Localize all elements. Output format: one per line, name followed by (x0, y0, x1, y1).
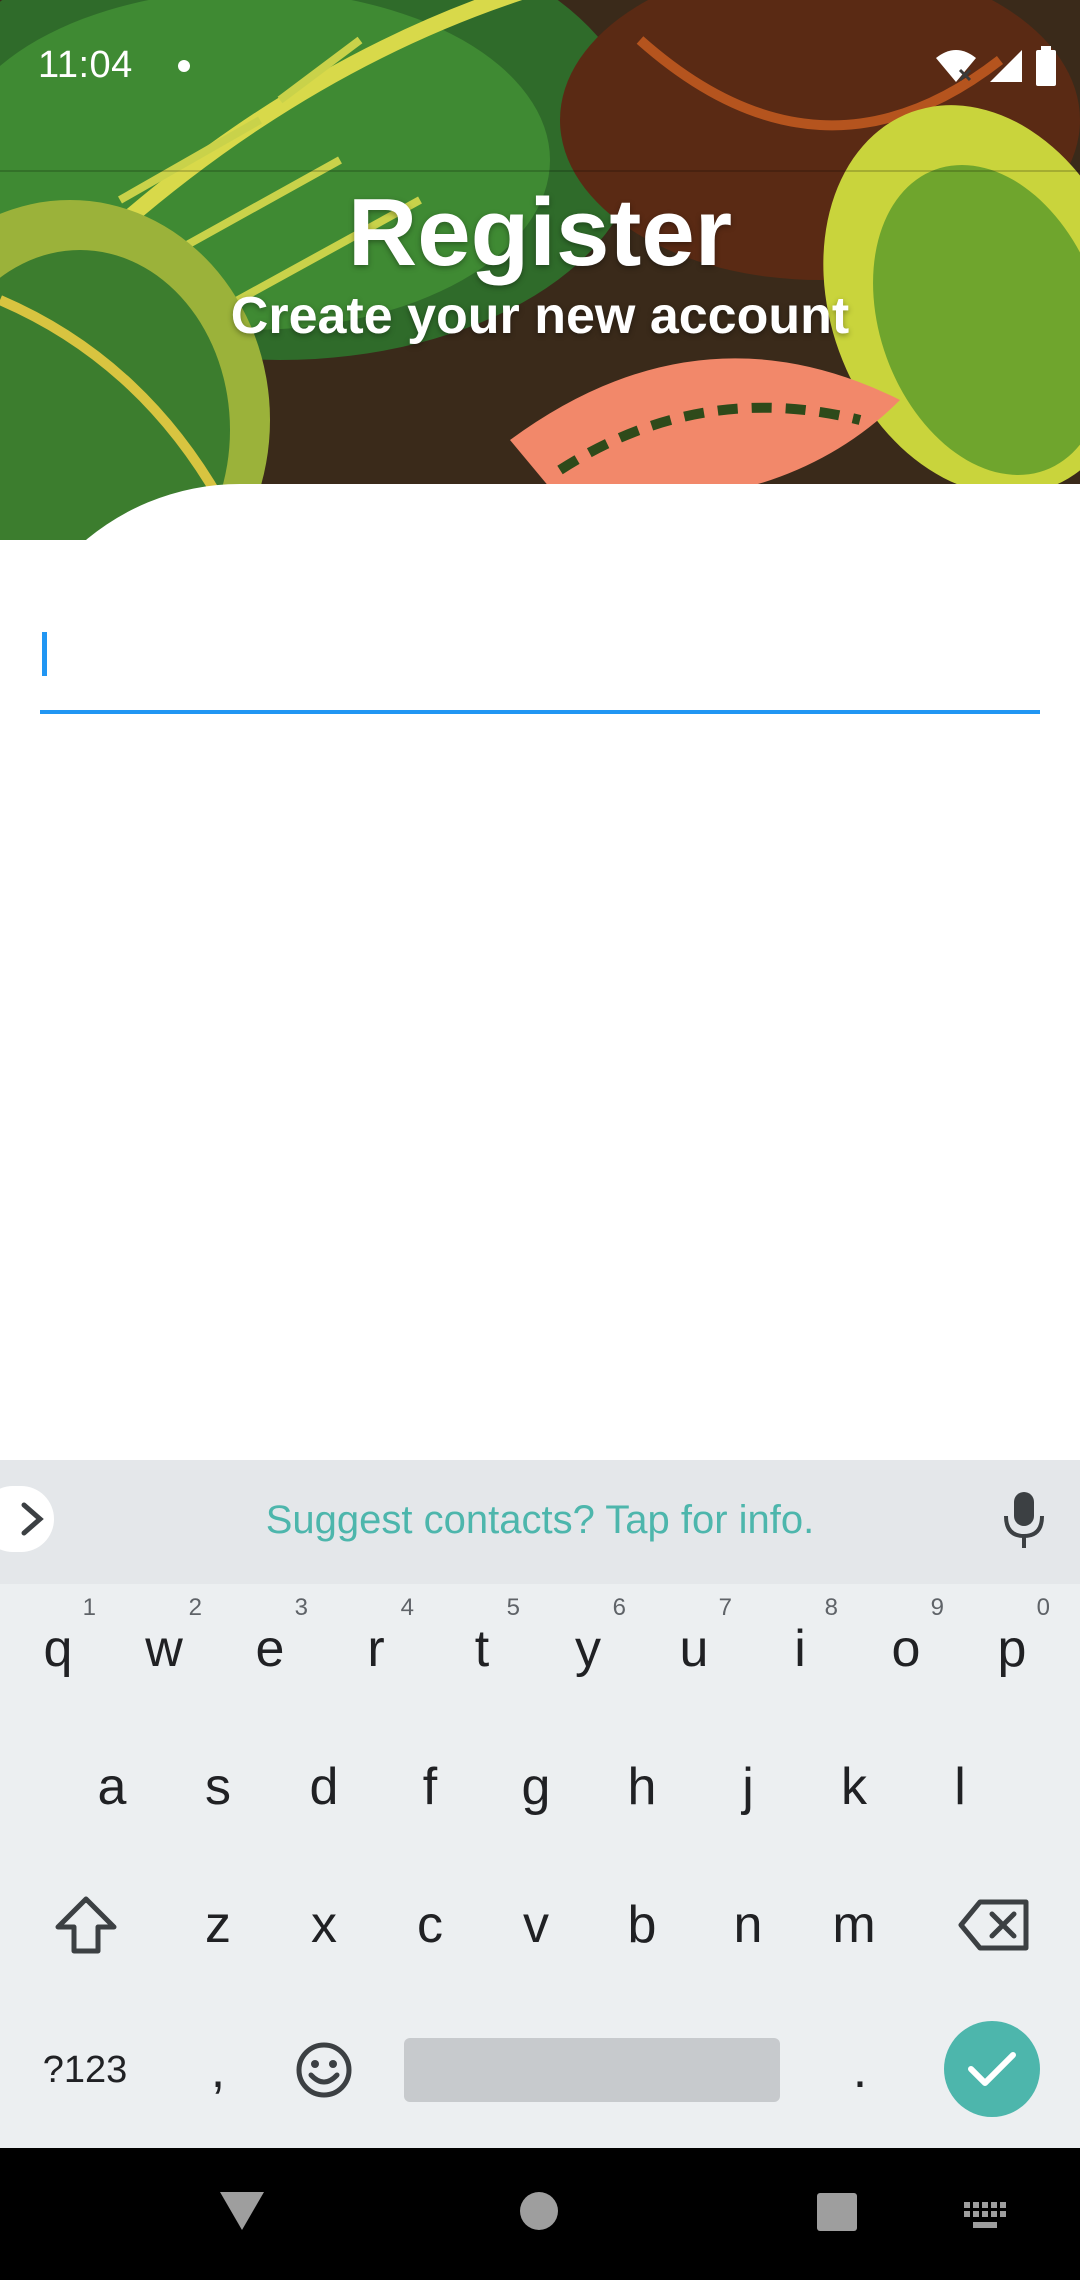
notification-dot-icon (178, 60, 190, 72)
key-l[interactable]: l (910, 1722, 1010, 1852)
shift-key[interactable] (36, 1860, 136, 1990)
suggestion-bar: Suggest contacts? Tap for info. (0, 1460, 1080, 1584)
navigation-bar (0, 2148, 1080, 2280)
key-i[interactable]: i8 (750, 1584, 850, 1714)
key-o[interactable]: o9 (856, 1584, 956, 1714)
keyboard-switch-icon[interactable] (964, 2202, 1008, 2230)
header-divider (0, 170, 1080, 172)
page-subtitle: Create your new account (230, 287, 850, 345)
backspace-key[interactable] (944, 1860, 1044, 1990)
status-time: 11:04 (38, 44, 133, 86)
key-c[interactable]: c (380, 1860, 480, 1990)
key-s[interactable]: s (168, 1722, 268, 1852)
form-card (0, 484, 1080, 1484)
key-q[interactable]: q1 (8, 1584, 108, 1714)
key-a[interactable]: a (62, 1722, 162, 1852)
input-underline (40, 710, 1040, 714)
key-u[interactable]: u7 (644, 1584, 744, 1714)
text-field[interactable] (40, 624, 1044, 714)
key-period[interactable]: . (810, 2005, 910, 2135)
back-icon[interactable] (218, 2188, 266, 2232)
home-icon[interactable] (518, 2190, 560, 2232)
wifi-icon (936, 50, 976, 82)
key-x[interactable]: x (274, 1860, 374, 1990)
keyboard-row-1: q1 w2 e3 r4 t5 y6 u7 i8 o9 p0 (0, 1584, 1080, 1714)
key-v[interactable]: v (486, 1860, 586, 1990)
recents-icon[interactable] (816, 2192, 858, 2232)
backspace-icon (958, 1899, 1029, 1951)
key-k[interactable]: k (804, 1722, 904, 1852)
shift-arrow-icon (55, 1896, 117, 1954)
keyboard-row-2: a s d f g h j k l (0, 1722, 1080, 1852)
suggest-contacts-prompt[interactable]: Suggest contacts? Tap for info. (0, 1498, 1080, 1543)
key-w[interactable]: w2 (114, 1584, 214, 1714)
key-t[interactable]: t5 (432, 1584, 532, 1714)
key-b[interactable]: b (592, 1860, 692, 1990)
status-bar: 11:04 (0, 0, 1080, 140)
key-comma[interactable]: , (168, 2005, 268, 2135)
signal-icon (990, 50, 1022, 82)
emoji-icon (296, 2042, 352, 2098)
key-y[interactable]: y6 (538, 1584, 638, 1714)
soft-keyboard: Suggest contacts? Tap for info. q1 w2 e3… (0, 1460, 1080, 2150)
checkmark-icon (968, 2052, 1016, 2086)
key-r[interactable]: r4 (326, 1584, 426, 1714)
key-e[interactable]: e3 (220, 1584, 320, 1714)
key-f[interactable]: f (380, 1722, 480, 1852)
key-g[interactable]: g (486, 1722, 586, 1852)
key-z[interactable]: z (168, 1860, 268, 1990)
status-icons (934, 46, 1058, 86)
microphone-icon[interactable] (1002, 1490, 1046, 1550)
page-title: Register (347, 179, 733, 286)
key-n[interactable]: n (698, 1860, 798, 1990)
key-p[interactable]: p0 (962, 1584, 1062, 1714)
key-d[interactable]: d (274, 1722, 374, 1852)
text-cursor (42, 632, 47, 676)
register-input[interactable] (40, 624, 1044, 706)
key-m[interactable]: m (804, 1860, 904, 1990)
battery-icon (1036, 46, 1056, 86)
emoji-key[interactable] (274, 2005, 374, 2135)
enter-key[interactable] (944, 2021, 1040, 2117)
symbols-key[interactable]: ?123 (30, 2005, 140, 2135)
space-key[interactable] (404, 2038, 780, 2102)
key-j[interactable]: j (698, 1722, 798, 1852)
key-h[interactable]: h (592, 1722, 692, 1852)
keyboard-row-3: z x c v b n m (0, 1860, 1080, 1990)
